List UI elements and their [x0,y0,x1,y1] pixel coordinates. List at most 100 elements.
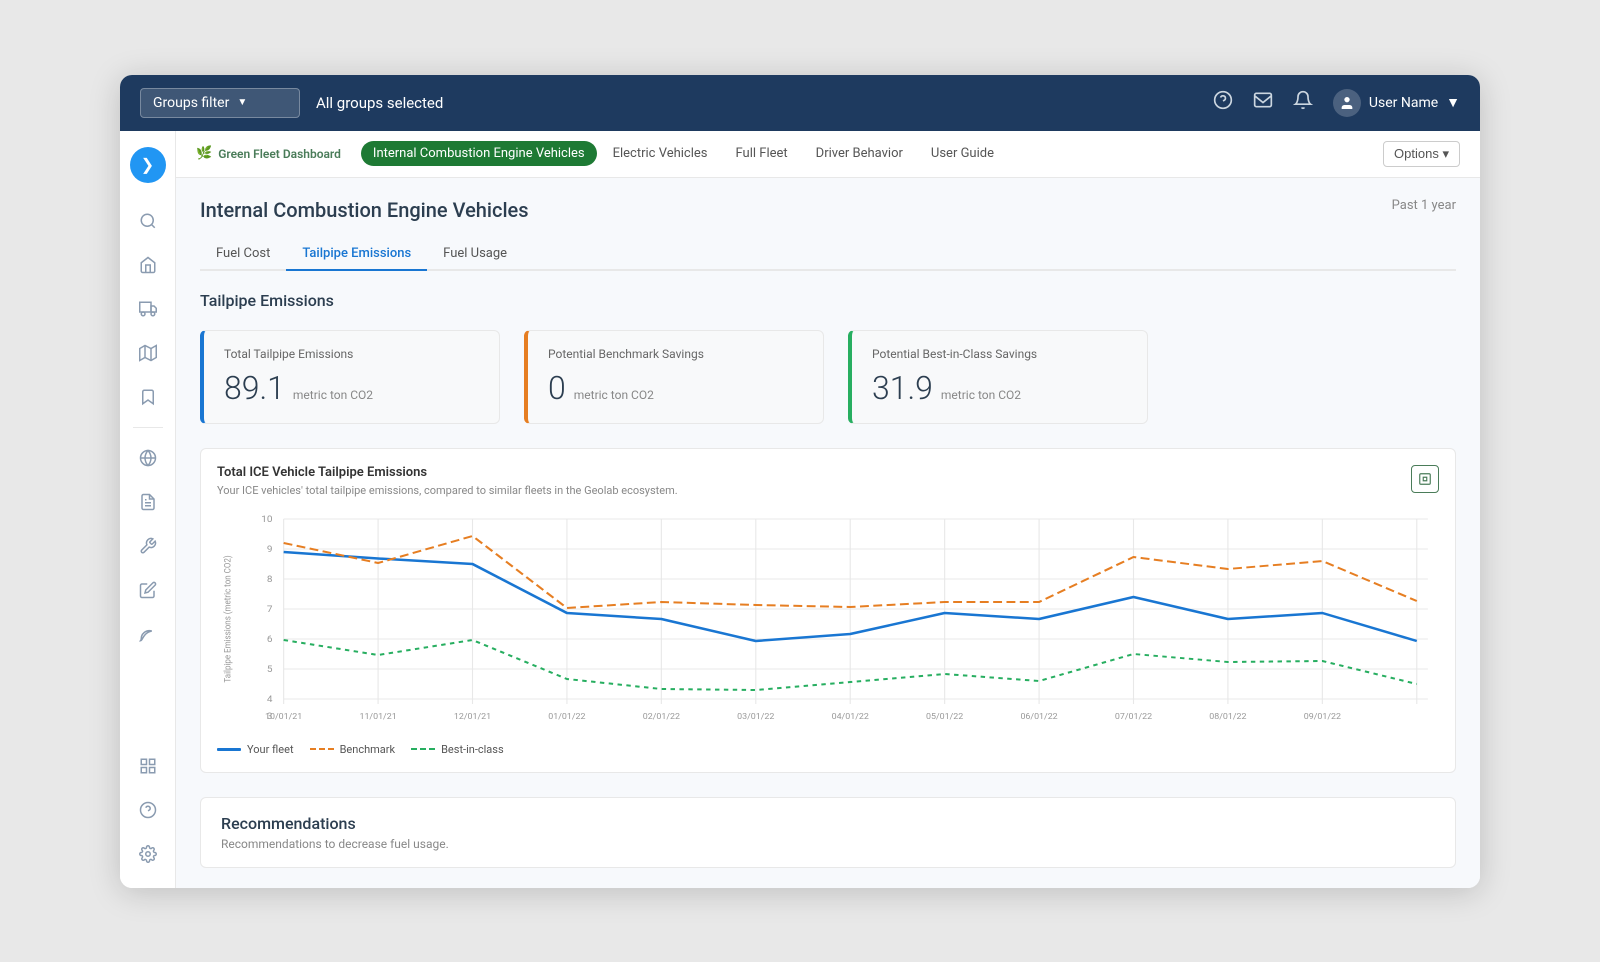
date-range: Past 1 year [1392,198,1456,213]
chart-svg: 10 9 8 7 6 5 4 3 [217,509,1439,729]
svg-text:8: 8 [267,574,273,584]
legend-line-dotted [411,748,435,750]
nav-bar: 🌿 Green Fleet Dashboard Internal Combust… [176,131,1480,178]
sidebar-item-truck[interactable] [130,291,166,327]
sidebar-item-apps[interactable] [130,748,166,784]
page-content: Internal Combustion Engine Vehicles Past… [176,178,1480,888]
sub-tab-fuel-cost[interactable]: Fuel Cost [200,238,286,271]
sidebar-item-bookmark[interactable] [130,379,166,415]
recommendations-title: Recommendations [221,814,1435,833]
svg-text:04/01/22: 04/01/22 [832,712,869,721]
metric-number-benchmark: 0 [548,369,566,407]
sidebar-divider-1 [133,427,163,428]
svg-text:02/01/22: 02/01/22 [643,712,680,721]
options-button[interactable]: Options ▾ [1383,141,1460,167]
help-icon[interactable] [1213,90,1233,115]
svg-text:7: 7 [267,604,273,614]
tab-user-guide[interactable]: User Guide [919,141,1006,166]
legend-label-benchmark: Benchmark [340,743,396,756]
metric-unit-bestin: metric ton CO2 [941,388,1021,402]
svg-text:03/01/22: 03/01/22 [737,712,774,721]
sidebar-item-home[interactable] [130,247,166,283]
legend-label-your-fleet: Your fleet [247,743,294,756]
svg-text:6: 6 [267,634,273,644]
metric-value-benchmark: 0 metric ton CO2 [548,369,803,407]
sub-tabs: Fuel Cost Tailpipe Emissions Fuel Usage [200,238,1456,271]
metric-number-total: 89.1 [224,369,285,407]
chart-subtitle: Your ICE vehicles' total tailpipe emissi… [217,484,678,497]
sub-tab-tailpipe[interactable]: Tailpipe Emissions [286,238,427,271]
metric-label-total: Total Tailpipe Emissions [224,347,479,361]
sidebar-item-wrench[interactable] [130,528,166,564]
user-menu[interactable]: User Name ▼ [1333,89,1460,117]
legend-best-in-class: Best-in-class [411,743,504,756]
sidebar-item-report[interactable] [130,484,166,520]
svg-text:5: 5 [267,664,273,674]
all-groups-text: All groups selected [316,94,1197,112]
svg-text:09/01/22: 09/01/22 [1304,712,1341,721]
tab-full-fleet[interactable]: Full Fleet [724,141,800,166]
metric-label-benchmark: Potential Benchmark Savings [548,347,803,361]
mail-icon[interactable] [1253,90,1273,115]
main-layout: ❯ [120,131,1480,888]
sidebar-item-settings[interactable] [130,836,166,872]
svg-text:08/01/22: 08/01/22 [1209,712,1246,721]
chart-header: Total ICE Vehicle Tailpipe Emissions You… [217,465,1439,509]
svg-text:06/01/22: 06/01/22 [1020,712,1057,721]
metric-value-bestin: 31.9 metric ton CO2 [872,369,1127,407]
svg-text:4: 4 [267,694,273,704]
recommendations-subtitle: Recommendations to decrease fuel usage. [221,837,1435,851]
logo: 🌿 Green Fleet Dashboard [196,146,341,161]
sidebar-toggle-button[interactable]: ❯ [130,147,166,183]
header-icons: User Name ▼ [1213,89,1460,117]
metric-label-bestin: Potential Best-in-Class Savings [872,347,1127,361]
sidebar-item-edit[interactable] [130,572,166,608]
svg-text:10: 10 [261,514,272,524]
svg-text:11/01/21: 11/01/21 [359,712,396,721]
metrics-row: Total Tailpipe Emissions 89.1 metric ton… [200,330,1456,424]
metric-unit-benchmark: metric ton CO2 [574,388,654,402]
sidebar-item-help[interactable] [130,792,166,828]
svg-text:10/01/21: 10/01/21 [265,712,302,721]
metric-number-bestin: 31.9 [872,369,933,407]
sidebar-item-leaf[interactable] [130,616,166,652]
nav-tabs: Internal Combustion Engine Vehicles Elec… [361,141,1363,166]
header: Groups filter ▼ All groups selected User… [120,75,1480,131]
svg-text:05/01/22: 05/01/22 [926,712,963,721]
chart-legend: Your fleet Benchmark Best-in-class [217,743,1439,756]
bell-icon[interactable] [1293,90,1313,115]
tab-ice-vehicles[interactable]: Internal Combustion Engine Vehicles [361,141,597,166]
sidebar: ❯ [120,131,176,888]
metric-total-emissions: Total Tailpipe Emissions 89.1 metric ton… [200,330,500,424]
chart-title-group: Total ICE Vehicle Tailpipe Emissions You… [217,465,678,509]
recommendations-section: Recommendations Recommendations to decre… [200,797,1456,868]
legend-your-fleet: Your fleet [217,743,294,756]
chart-export-button[interactable] [1411,465,1439,493]
user-name: User Name [1369,95,1438,111]
sub-tab-fuel-usage[interactable]: Fuel Usage [427,238,523,271]
avatar [1333,89,1361,117]
metric-bestin-savings: Potential Best-in-Class Savings 31.9 met… [848,330,1148,424]
sidebar-item-globe[interactable] [130,440,166,476]
legend-benchmark: Benchmark [310,743,396,756]
tab-driver-behavior[interactable]: Driver Behavior [804,141,915,166]
sidebar-item-search[interactable] [130,203,166,239]
groups-filter-button[interactable]: Groups filter ▼ [140,88,300,118]
legend-line-solid [217,748,241,751]
page-header: Internal Combustion Engine Vehicles Past… [200,198,1456,222]
chart-container: Total ICE Vehicle Tailpipe Emissions You… [200,448,1456,773]
legend-label-best-in-class: Best-in-class [441,743,504,756]
sidebar-item-map[interactable] [130,335,166,371]
logo-leaf-icon: 🌿 [196,146,212,161]
app-window: Groups filter ▼ All groups selected User… [120,75,1480,888]
svg-text:01/01/22: 01/01/22 [548,712,585,721]
tab-ev[interactable]: Electric Vehicles [601,141,720,166]
svg-text:9: 9 [267,544,273,554]
user-chevron-icon: ▼ [1446,94,1460,111]
chart-title: Total ICE Vehicle Tailpipe Emissions [217,465,678,480]
content-area: 🌿 Green Fleet Dashboard Internal Combust… [176,131,1480,888]
metric-value-total: 89.1 metric ton CO2 [224,369,479,407]
metric-benchmark-savings: Potential Benchmark Savings 0 metric ton… [524,330,824,424]
legend-line-dashed [310,748,334,750]
chevron-down-icon: ▼ [237,97,247,108]
